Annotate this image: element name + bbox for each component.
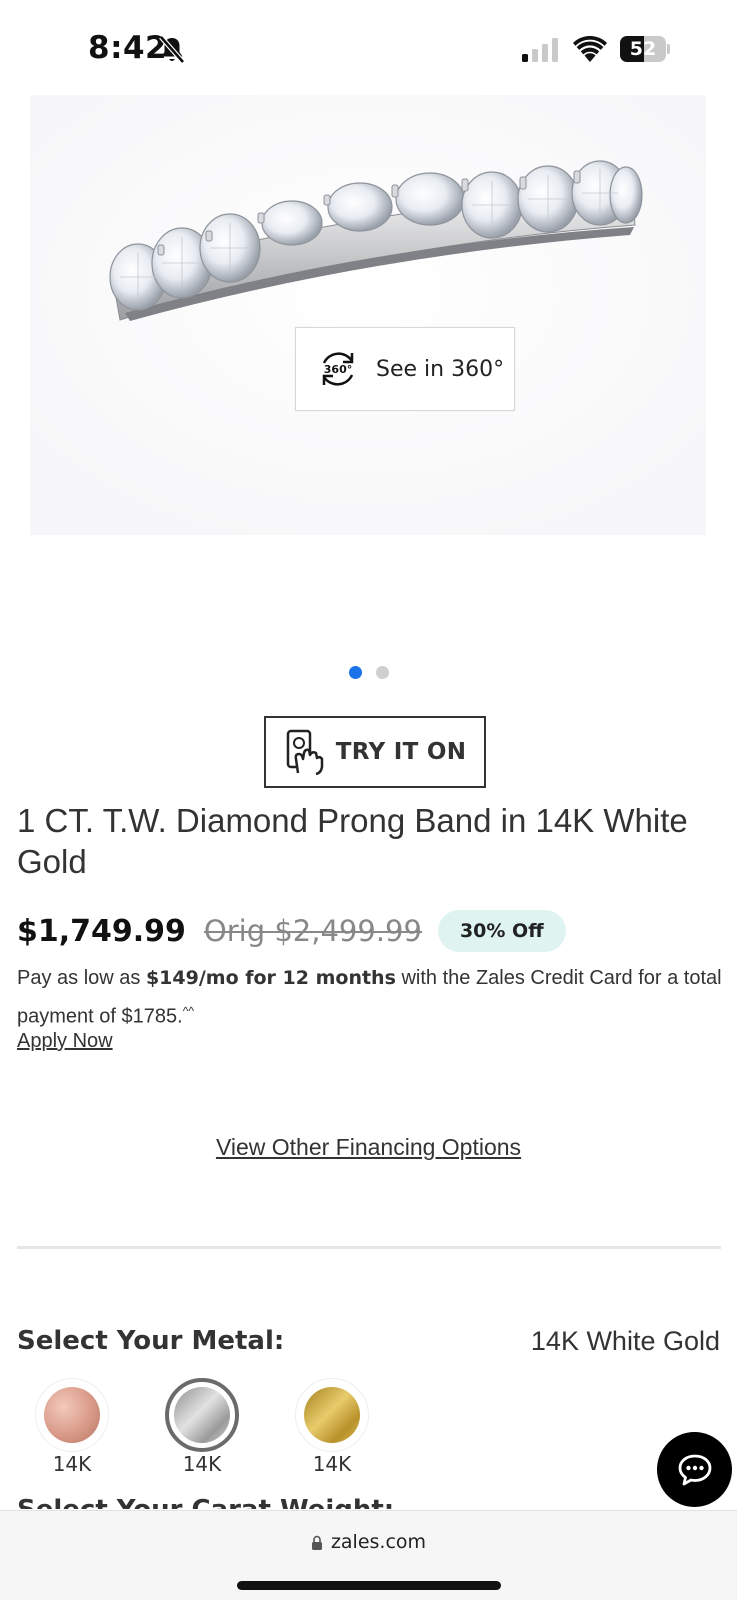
metal-swatch-label: 14K: [52, 1452, 92, 1476]
view-other-financing-link[interactable]: View Other Financing Options: [0, 1134, 737, 1161]
carousel-dot-2[interactable]: [375, 666, 389, 679]
home-indicator[interactable]: [237, 1581, 501, 1590]
status-bar: 8:42 52: [0, 0, 737, 100]
see-in-360-button[interactable]: 360° See in 360°: [295, 327, 515, 411]
try-it-on-label: TRY IT ON: [335, 739, 467, 765]
phone-hand-icon: [286, 729, 323, 775]
address-bar[interactable]: zales.com: [0, 1531, 737, 1553]
chat-button[interactable]: [657, 1432, 732, 1507]
carat-heading-text: Select Your Carat Weight:: [17, 1495, 394, 1509]
section-divider: [17, 1246, 721, 1249]
battery-indicator: 52: [620, 36, 670, 62]
metal-swatch-yellow-gold[interactable]: [295, 1378, 369, 1452]
metal-swatch-white-gold[interactable]: [165, 1378, 239, 1452]
try-it-on-button[interactable]: TRY IT ON: [264, 716, 486, 788]
swatch-color: [174, 1387, 230, 1443]
metal-heading: Select Your Metal:: [17, 1326, 285, 1356]
carousel-dots: [0, 666, 737, 679]
carousel-dot-1[interactable]: [348, 666, 362, 679]
product-image[interactable]: 360° See in 360°: [30, 95, 706, 535]
carat-heading: Select Your Carat Weight:: [17, 1493, 394, 1509]
product-title: 1 CT. T.W. Diamond Prong Band in 14K Whi…: [17, 802, 688, 880]
metal-swatch-label: 14K: [312, 1452, 352, 1476]
financing-prefix: Pay as low as: [17, 967, 146, 989]
wifi-icon: [573, 36, 607, 62]
browser-bottom-bar: zales.com: [0, 1510, 737, 1600]
apply-now-link[interactable]: Apply Now: [17, 1030, 113, 1053]
financing-monthly: $149/mo for 12 months: [145, 967, 396, 989]
lock-icon: [311, 1535, 322, 1550]
rotate-360-icon: 360°: [322, 352, 354, 386]
swatch-color: [304, 1387, 360, 1443]
discount-badge: 30% Off: [437, 910, 566, 952]
price-row: $1,749.99 Orig $2,499.99 30% Off: [17, 908, 566, 954]
battery-percentage: 52: [629, 38, 657, 60]
status-time: 8:42: [88, 30, 168, 66]
cellular-signal-icon: [522, 38, 558, 62]
financing-footnote: ^^: [182, 1004, 194, 1018]
chat-bubble-icon: [678, 1454, 711, 1485]
ring-illustration: [30, 95, 706, 535]
metal-swatch-rose-gold[interactable]: [35, 1378, 109, 1452]
see-in-360-label: See in 360°: [376, 356, 505, 382]
bell-muted-icon: [159, 35, 185, 64]
original-price: Orig $2,499.99: [203, 914, 422, 948]
financing-text: Pay as low as $149/mo for 12 months with…: [17, 962, 723, 1034]
sale-price: $1,749.99: [17, 913, 186, 949]
swatch-color: [44, 1387, 100, 1443]
url-text: zales.com: [330, 1531, 427, 1553]
metal-swatch-label: 14K: [182, 1452, 222, 1476]
metal-selected-value: 14K White Gold: [530, 1326, 720, 1356]
icon-360-text: 360°: [324, 363, 352, 376]
